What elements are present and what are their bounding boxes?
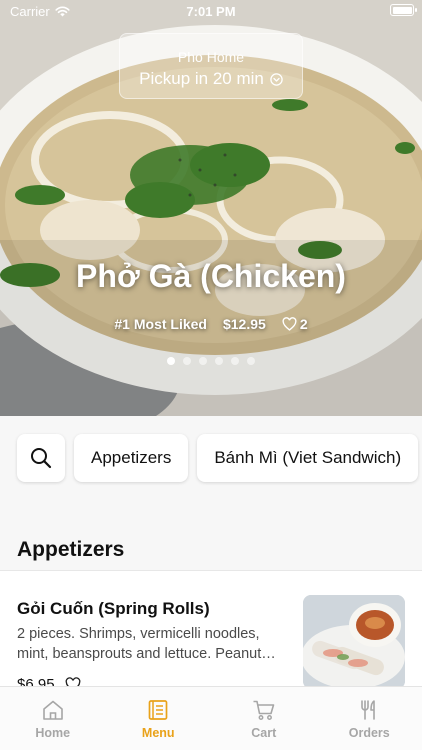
battery-icon bbox=[390, 4, 417, 16]
tab-orders-label: Orders bbox=[348, 726, 390, 740]
menu-item-name: Gỏi Cuốn (Spring Rolls) bbox=[17, 599, 210, 618]
heart-icon bbox=[282, 317, 297, 331]
store-name: Pho Home bbox=[177, 49, 245, 65]
menu-item-description: 2 pieces. Shrimps, vermicelli noodles, m… bbox=[17, 626, 276, 662]
carousel-page-indicator[interactable] bbox=[0, 357, 422, 365]
carousel-dot[interactable] bbox=[183, 357, 191, 365]
carousel-dot[interactable] bbox=[247, 357, 255, 365]
tab-cart-label: Cart bbox=[251, 726, 277, 740]
carousel-dot[interactable] bbox=[231, 357, 239, 365]
utensils-icon bbox=[361, 700, 376, 720]
cart-icon bbox=[253, 700, 275, 720]
menu-item-photo bbox=[303, 595, 405, 689]
category-chip-banh-mi[interactable]: Bánh Mì (Viet Sandwich) bbox=[197, 434, 419, 482]
category-chip-appetizers[interactable]: Appetizers bbox=[74, 434, 189, 482]
status-bar: Carrier 7:01 PM bbox=[0, 0, 422, 22]
featured-badge: #1 Most Liked bbox=[114, 316, 207, 332]
tab-cart[interactable]: Cart bbox=[211, 687, 317, 750]
carousel-dot[interactable] bbox=[199, 357, 207, 365]
featured-item-meta: #1 Most Liked $12.95 2 bbox=[0, 316, 422, 332]
chevron-down-circle-icon bbox=[270, 72, 283, 86]
category-bar: Appetizers Bánh Mì (Viet Sandwich) bbox=[17, 434, 419, 482]
tab-bar: Home Menu Cart Orders bbox=[0, 686, 422, 750]
menu-icon bbox=[148, 700, 168, 720]
search-icon bbox=[31, 448, 52, 469]
home-icon bbox=[42, 700, 63, 720]
tab-home[interactable]: Home bbox=[0, 687, 106, 750]
featured-hero[interactable]: Carrier 7:01 PM Pho Home Pickup in 20 mi… bbox=[0, 0, 422, 416]
tab-orders[interactable]: Orders bbox=[317, 687, 422, 750]
pickup-time-label: Pickup in 20 min bbox=[139, 69, 264, 88]
featured-price: $12.95 bbox=[222, 316, 266, 332]
section-title: Appetizers bbox=[17, 538, 125, 561]
spring-rolls-photo bbox=[303, 595, 405, 689]
featured-likes[interactable]: 2 bbox=[282, 316, 308, 332]
featured-likes-count: 2 bbox=[299, 316, 308, 332]
pickup-location-selector[interactable]: Pho Home Pickup in 20 min bbox=[119, 33, 303, 99]
carousel-dot[interactable] bbox=[215, 357, 223, 365]
menu-item-card[interactable]: Gỏi Cuốn (Spring Rolls) 2 pieces. Shrimp… bbox=[0, 571, 422, 701]
app-screen: Carrier 7:01 PM Pho Home Pickup in 20 mi… bbox=[0, 0, 422, 750]
pickup-time: Pickup in 20 min bbox=[120, 69, 302, 89]
tab-home-label: Home bbox=[35, 726, 71, 740]
tab-menu[interactable]: Menu bbox=[106, 687, 212, 750]
clock: 7:01 PM bbox=[186, 4, 236, 19]
featured-item-title: Phở Gà (Chicken) bbox=[76, 258, 346, 294]
carousel-dot[interactable] bbox=[167, 357, 175, 365]
search-button[interactable] bbox=[17, 434, 65, 482]
tab-menu-label: Menu bbox=[141, 726, 175, 740]
